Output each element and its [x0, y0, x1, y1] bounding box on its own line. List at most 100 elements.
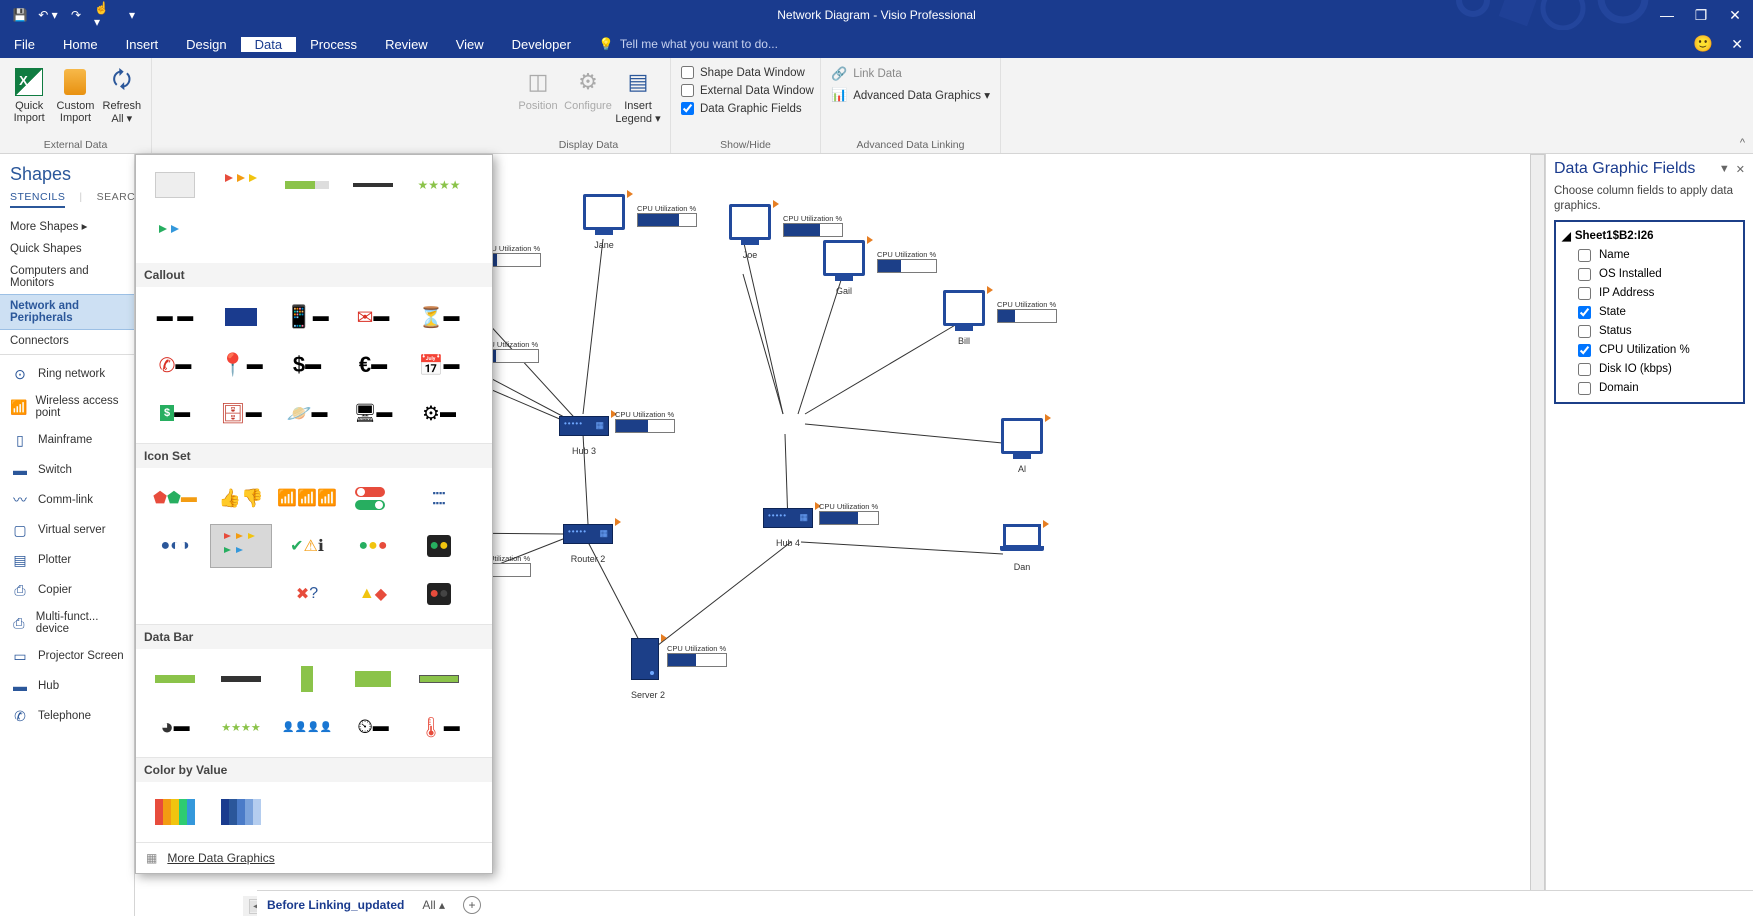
menu-review[interactable]: Review	[371, 37, 442, 52]
collapse-ribbon-icon[interactable]: ^	[1740, 137, 1745, 149]
field-checkbox[interactable]: OS Installed	[1560, 265, 1739, 284]
custom-import-button[interactable]: Custom Import	[52, 62, 98, 125]
close-button[interactable]: ✕	[1723, 5, 1747, 25]
callout-calendar[interactable]: 📅▬	[408, 343, 470, 387]
stencil-category[interactable]: Connectors	[0, 330, 134, 352]
stencil-category[interactable]: Computers and Monitors	[0, 260, 134, 294]
callout-text[interactable]: ▬ ▬	[144, 295, 206, 339]
field-checkbox[interactable]: CPU Utilization %	[1560, 341, 1739, 360]
shape-item[interactable]: ▭Projector Screen	[0, 641, 134, 671]
callout-euro[interactable]: €▬	[342, 343, 404, 387]
panel-close-icon[interactable]: ✕	[1736, 163, 1745, 176]
shape-item[interactable]: ⎙Copier	[0, 575, 134, 605]
shape-item[interactable]: ▬Hub	[0, 671, 134, 701]
callout-hourglass[interactable]: ⏳▬	[408, 295, 470, 339]
all-tab[interactable]: All ▴	[422, 898, 445, 912]
databar-thermo[interactable]: 🌡▬	[408, 705, 470, 749]
undo-icon[interactable]: ↶ ▾	[38, 5, 58, 25]
field-checkbox[interactable]: Disk IO (kbps)	[1560, 360, 1739, 379]
shape-item[interactable]: ⎙Multi-funct... device	[0, 605, 134, 641]
node-router2[interactable]: Router 2	[563, 524, 613, 564]
quick-import-button[interactable]: Quick Import	[6, 62, 52, 125]
stencil-category[interactable]: Quick Shapes	[0, 238, 134, 260]
iconset-shapes[interactable]: ▲◆	[342, 572, 404, 616]
databar-1[interactable]	[144, 657, 206, 701]
node-dan[interactable]: Dan	[1003, 524, 1041, 572]
shape-item[interactable]: 〰Comm-link	[0, 485, 134, 515]
save-icon[interactable]: 💾	[10, 5, 30, 25]
stencil-category[interactable]: Network and Peripherals	[0, 294, 134, 330]
iconset-thumbs[interactable]: 👍👎	[210, 476, 272, 520]
menu-developer[interactable]: Developer	[498, 37, 585, 52]
shape-item[interactable]: ▯Mainframe	[0, 425, 134, 455]
shape-item[interactable]: ▤Plotter	[0, 545, 134, 575]
callout-planet[interactable]: 🪐▬	[276, 391, 338, 435]
field-tree-header[interactable]: ◢Sheet1$B2:I26	[1560, 226, 1739, 246]
iconset-traffic1[interactable]: ●●	[408, 524, 470, 568]
menu-data[interactable]: Data	[241, 37, 296, 52]
callout-mail[interactable]: ✉▬	[342, 295, 404, 339]
iconset-pies[interactable]: ●◐◑	[144, 524, 206, 568]
data-graphic-fields-checkbox[interactable]: Data Graphic Fields	[677, 100, 814, 117]
field-checkbox[interactable]: IP Address	[1560, 284, 1739, 303]
databar-people[interactable]: 👤👤👤👤	[276, 705, 338, 749]
refresh-all-button[interactable]: 🗘Refresh All ▾	[99, 62, 145, 125]
dg-flags[interactable]	[210, 163, 272, 207]
panel-dropdown-icon[interactable]: ▼	[1719, 163, 1730, 176]
iconset-toggle[interactable]	[342, 476, 404, 520]
add-sheet-button[interactable]: +	[463, 896, 481, 914]
node-al[interactable]: Al	[1001, 418, 1043, 474]
databar-4[interactable]	[342, 657, 404, 701]
shape-data-window-checkbox[interactable]: Shape Data Window	[677, 64, 814, 81]
field-checkbox[interactable]: Status	[1560, 322, 1739, 341]
callout-phone2[interactable]: ✆▬	[144, 343, 206, 387]
databar-stars[interactable]: ★★★★	[210, 705, 272, 749]
more-data-graphics[interactable]: ▦More Data Graphics	[136, 843, 492, 873]
callout-db[interactable]: 🗄▬	[210, 391, 272, 435]
field-checkbox[interactable]: Name	[1560, 246, 1739, 265]
callout-dollar[interactable]: $▬	[276, 343, 338, 387]
iconset-flags-selected[interactable]	[210, 524, 272, 568]
advanced-data-graphics-button[interactable]: 📊Advanced Data Graphics ▾	[827, 85, 994, 105]
stencils-tab[interactable]: STENCILS	[10, 191, 65, 208]
iconset-grid[interactable]: ▪▪▪▪▪▪▪▪	[408, 476, 470, 520]
sheet-tab[interactable]: Before Linking_updated	[267, 898, 404, 912]
databar-3[interactable]	[276, 657, 338, 701]
close-subwindow-icon[interactable]: ✕	[1731, 36, 1743, 53]
external-data-window-checkbox[interactable]: External Data Window	[677, 82, 814, 99]
restore-button[interactable]: ❐	[1689, 5, 1713, 25]
field-checkbox[interactable]: State	[1560, 303, 1739, 322]
iconset-lights[interactable]: ●●●	[342, 524, 404, 568]
cbv-rainbow[interactable]	[144, 790, 206, 834]
insert-legend-button[interactable]: ▤Insert Legend ▾	[613, 62, 663, 125]
databar-5[interactable]	[408, 657, 470, 701]
databar-gauge[interactable]: ⏲▬	[342, 705, 404, 749]
shape-item[interactable]: 📶Wireless access point	[0, 389, 134, 425]
iconset-cancel[interactable]: ✖?	[276, 572, 338, 616]
callout-gear[interactable]: ⚙▬	[408, 391, 470, 435]
node-jane[interactable]: Jane	[583, 194, 625, 250]
shape-item[interactable]: ✆Telephone	[0, 701, 134, 731]
shape-item[interactable]: ▬Switch	[0, 455, 134, 485]
iconset-shields[interactable]: ⬟⬟▬	[144, 476, 206, 520]
touch-mode-icon[interactable]: ☝ ▾	[94, 5, 114, 25]
dg-stars[interactable]: ★★★★	[408, 163, 470, 207]
node-gail[interactable]: Gail	[823, 240, 865, 296]
dg-none[interactable]	[144, 163, 206, 207]
field-checkbox[interactable]: Domain	[1560, 379, 1739, 398]
menu-process[interactable]: Process	[296, 37, 371, 52]
callout-box[interactable]	[210, 295, 272, 339]
menu-insert[interactable]: Insert	[112, 37, 173, 52]
redo-icon[interactable]: ↷	[66, 5, 86, 25]
callout-pin[interactable]: 📍▬	[210, 343, 272, 387]
menu-design[interactable]: Design	[172, 37, 240, 52]
menu-home[interactable]: Home	[49, 37, 112, 52]
stencil-category[interactable]: More Shapes ▸	[0, 214, 134, 238]
menu-view[interactable]: View	[442, 37, 498, 52]
node-server2[interactable]: Server 2	[631, 638, 665, 700]
iconset-status[interactable]: ✔⚠ℹ	[276, 524, 338, 568]
node-joe[interactable]: Joe	[729, 204, 771, 260]
dg-flags2[interactable]	[144, 211, 206, 255]
node-hub3[interactable]: Hub 3	[559, 416, 609, 456]
tell-me-search[interactable]: 💡 Tell me what you want to do...	[599, 37, 778, 51]
